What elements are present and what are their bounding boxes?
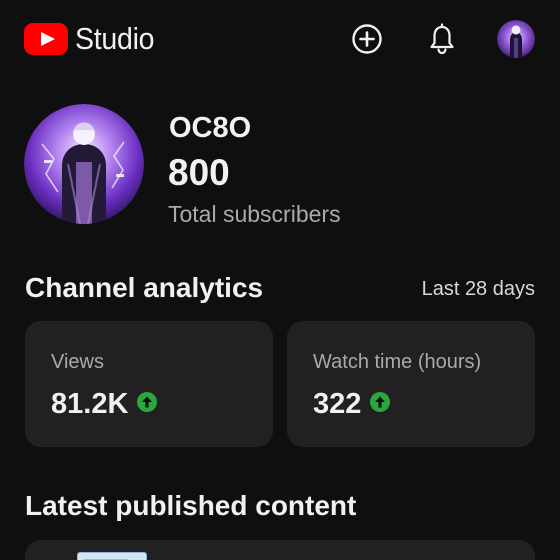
subscriber-label: Total subscribers [168, 201, 341, 227]
latest-content-card[interactable] [25, 540, 535, 560]
top-app-bar: Studio [0, 0, 560, 78]
views-label: Views [51, 351, 104, 373]
channel-analytics-title: Channel analytics [25, 272, 264, 303]
channel-avatar[interactable] [24, 104, 144, 224]
views-value: 81.2K [51, 388, 129, 420]
studio-logo-text: Studio [75, 21, 155, 56]
youtube-logo-icon [24, 23, 68, 55]
watch-time-value: 322 [313, 388, 362, 420]
views-value-row: 81.2K [51, 387, 158, 421]
trend-up-icon [369, 391, 391, 413]
channel-name: OC8O [169, 112, 252, 144]
watch-time-label: Watch time (hours) [313, 351, 482, 373]
account-avatar[interactable] [497, 20, 535, 58]
watch-time-card[interactable]: Watch time (hours) 322 [287, 321, 535, 447]
video-thumbnail [77, 552, 147, 560]
create-icon [352, 24, 382, 54]
subscriber-count: 800 [168, 152, 230, 193]
views-card[interactable]: Views 81.2K [25, 321, 273, 447]
create-button[interactable] [350, 22, 384, 56]
notifications-bell-icon [430, 23, 454, 55]
studio-logo[interactable]: Studio [24, 22, 161, 56]
notifications-button[interactable] [425, 22, 459, 56]
latest-content-title: Latest published content [25, 490, 357, 521]
trend-up-icon [136, 391, 158, 413]
studio-home-screen: Studio OC8O 800 Total subscribers Channe… [0, 0, 560, 560]
watch-time-value-row: 322 [313, 387, 391, 421]
date-range-label[interactable]: Last 28 days [422, 276, 535, 302]
